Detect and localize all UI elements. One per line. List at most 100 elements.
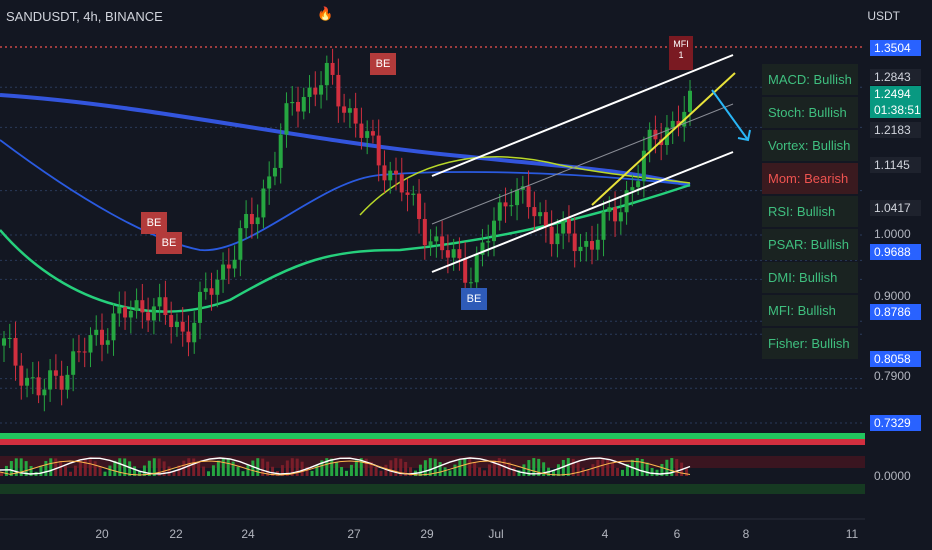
candle-body	[457, 249, 462, 259]
oscillator-bar	[497, 458, 501, 476]
candle-body	[630, 187, 635, 191]
oscillator-bar	[418, 464, 422, 476]
oscillator-bar	[211, 465, 215, 476]
candle-body	[319, 85, 324, 95]
candle-body	[249, 214, 254, 225]
candle-body	[538, 212, 543, 217]
currency-label[interactable]: USDT	[867, 9, 900, 23]
candle-body	[284, 103, 289, 135]
candle-body	[140, 300, 145, 313]
candle-body	[532, 207, 537, 217]
candle-body	[278, 134, 283, 168]
candle-body	[595, 239, 600, 250]
oscillator-bar	[591, 464, 595, 476]
bear-signal-marker[interactable]: BE	[156, 232, 182, 254]
candle-body	[53, 370, 58, 376]
mfi-signal-marker[interactable]: MFI 1	[669, 36, 693, 70]
candle-body	[198, 291, 202, 323]
candle-body	[105, 340, 110, 345]
time-tick-label: 22	[169, 527, 183, 541]
oscillator-bar	[685, 468, 689, 476]
indicator-status-row: Fisher: Bullish	[762, 328, 858, 359]
oscillator-bar	[596, 459, 600, 476]
bull-signal-marker[interactable]: BE	[461, 288, 487, 310]
oscillator-bar	[458, 460, 462, 476]
candle-body	[590, 241, 594, 250]
candle-body	[76, 351, 81, 353]
candle-body	[647, 129, 652, 151]
candle-body	[509, 205, 514, 207]
price-tag: 0.9000	[874, 289, 911, 303]
price-tag: 1.3504	[870, 40, 921, 56]
oscillator-bar	[428, 458, 432, 476]
candle-body	[261, 188, 266, 218]
oscillator-bar	[59, 461, 63, 476]
oscillator-bar	[635, 458, 639, 476]
bar-countdown: 01:38:51	[874, 103, 921, 117]
candle-body	[515, 189, 520, 206]
candle-body	[117, 307, 122, 314]
oscillator-bar	[207, 471, 210, 476]
time-tick-label: 11	[845, 527, 859, 541]
candle-body	[688, 90, 692, 112]
candle-body	[221, 264, 226, 280]
oscillator-bar	[616, 467, 620, 476]
candle-body	[290, 101, 295, 104]
candle-body	[434, 236, 439, 242]
candle-body	[36, 377, 41, 396]
bear-signal-marker[interactable]: BE	[141, 212, 167, 234]
time-tick-label: 6	[673, 527, 681, 541]
candle-body	[342, 106, 347, 113]
price-tag: 0.7900	[874, 369, 911, 383]
time-tick-label: 27	[347, 527, 361, 541]
oscillator-bar	[49, 458, 53, 476]
candle-body	[336, 74, 341, 107]
oscillator-bar	[379, 470, 383, 476]
oscillator-bar	[88, 458, 92, 476]
candle-body	[422, 218, 427, 246]
candle-body	[359, 123, 364, 138]
oscillator-bar	[78, 460, 82, 476]
indicator-status-row: MFI: Bullish	[762, 295, 858, 326]
candle-body	[163, 297, 168, 316]
candle-body	[215, 279, 220, 295]
candle-body	[19, 365, 24, 386]
oscillator-bar	[246, 465, 250, 476]
indicator-status-row: DMI: Bullish	[762, 262, 858, 293]
candle-body	[192, 322, 197, 343]
oscillator-bar	[39, 465, 43, 476]
candle-body	[25, 377, 30, 386]
oscillator-bar	[300, 461, 304, 476]
oscillator-bar	[93, 461, 97, 476]
indicator-status-row: RSI: Bullish	[762, 196, 858, 227]
candle-body	[607, 207, 612, 212]
time-tick-label: Jul	[488, 527, 504, 541]
oscillator-bar	[349, 464, 353, 476]
candle-body	[48, 370, 53, 390]
oscillator-bar	[64, 466, 68, 476]
oscillator-bar	[655, 469, 659, 476]
time-tick-label: 4	[601, 527, 609, 541]
candle-body	[232, 259, 237, 269]
candle-body	[255, 217, 260, 225]
candle-body	[670, 120, 675, 128]
candle-body	[134, 300, 139, 311]
candle-body	[411, 193, 416, 195]
candle-body	[186, 331, 191, 343]
bear-signal-marker[interactable]: BE	[370, 53, 396, 75]
oscillator-bar	[438, 462, 442, 476]
oscillator-bar	[556, 464, 560, 476]
candle-body	[497, 202, 502, 221]
symbol-title[interactable]: SANDUSDT, 4h, BINANCE	[6, 9, 163, 24]
candle-body	[301, 96, 306, 112]
candle-body	[468, 282, 473, 284]
oscillator-bar	[221, 458, 225, 476]
price-tag: 1.1145	[870, 157, 921, 173]
oscillator-bar	[448, 470, 452, 476]
oscillator-bar	[675, 459, 679, 476]
oscillator-bar	[621, 469, 624, 476]
oscillator-bar	[108, 465, 112, 476]
candle-body	[30, 377, 35, 379]
price-tag: 0.9688	[870, 244, 921, 260]
candle-body	[82, 351, 87, 353]
